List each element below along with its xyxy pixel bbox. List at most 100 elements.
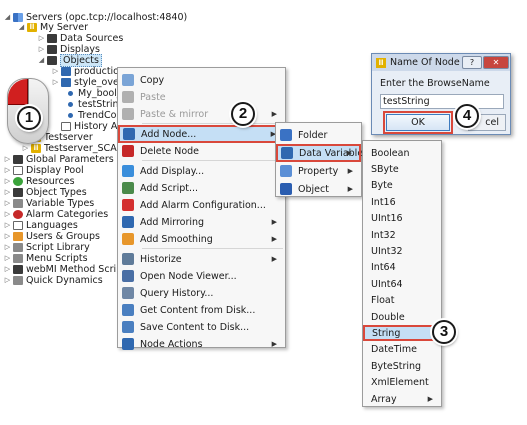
expand-toggle-icon[interactable]: ▷: [4, 176, 11, 187]
context-menu-item[interactable]: Add Node... ▶: [118, 125, 285, 143]
tree-item[interactable]: ▷ Object Types: [4, 187, 87, 198]
expand-toggle-icon[interactable]: ▷: [4, 165, 11, 176]
paste-mirror-icon: [122, 108, 134, 120]
add-node-item[interactable]: Object ▶: [276, 180, 361, 198]
script-library-icon: [13, 243, 23, 252]
tree-item[interactable]: testString: [56, 99, 125, 110]
add-node-item[interactable]: Data Variable ▶: [276, 144, 364, 162]
expand-toggle-icon[interactable]: ▷: [52, 77, 59, 88]
close-button[interactable]: ✕: [483, 56, 509, 69]
tree-item[interactable]: ▷ Menu Scripts: [4, 253, 88, 264]
context-menu-item[interactable]: Get Content from Disk...: [118, 301, 285, 319]
tree-item[interactable]: ▷ Global Parameters: [4, 154, 114, 165]
folder-icon: [47, 45, 57, 54]
context-menu-item[interactable]: Delete Node: [118, 142, 285, 160]
add-node-item[interactable]: Property ▶: [276, 162, 361, 180]
expand-toggle-icon[interactable]: ◢: [38, 55, 45, 66]
context-menu-item[interactable]: Open Node Viewer...: [118, 267, 285, 285]
datatype-item[interactable]: ByteString: [363, 358, 441, 374]
tree-item[interactable]: ▷ Alarm Categories: [4, 209, 108, 220]
expand-toggle-icon[interactable]: ▷: [38, 44, 45, 55]
tree-item[interactable]: ▷ webMI Method Scripts: [4, 264, 131, 275]
submenu-arrow-icon: ▶: [347, 167, 353, 175]
menu-separator: [142, 248, 283, 249]
datatype-item[interactable]: DateTime: [363, 342, 441, 358]
datatype-item[interactable]: Double: [363, 309, 441, 325]
context-menu-item[interactable]: Save Content to Disk...: [118, 318, 285, 336]
context-menu-item[interactable]: Add Alarm Configuration...: [118, 196, 285, 214]
tree-item-label: webMI Method Scripts: [26, 264, 131, 275]
mouse-left-button-icon: [8, 79, 28, 105]
tree-item[interactable]: ▷ production: [52, 66, 125, 77]
context-menu-item[interactable]: Add Mirroring ▶: [118, 213, 285, 231]
add-node-submenu: Folder Data Variable ▶ Property ▶ Object ▶: [275, 122, 364, 198]
datatype-item[interactable]: SByte: [363, 161, 441, 177]
expand-toggle-icon[interactable]: ▷: [22, 143, 29, 154]
step-badge-2: 2: [231, 102, 255, 126]
tree-item[interactable]: ▷ Users & Groups: [4, 231, 100, 242]
submenu-arrow-icon: ▶: [271, 110, 277, 118]
expand-toggle-icon[interactable]: ◢: [18, 22, 25, 33]
tree-item[interactable]: ▷ Script Library: [4, 242, 90, 253]
ok-button[interactable]: OK: [383, 111, 453, 134]
context-menu-item[interactable]: Add Script...: [118, 179, 285, 197]
expand-toggle-icon[interactable]: ▷: [4, 275, 11, 286]
submenu-arrow-icon: ▶: [271, 340, 277, 348]
datatype-item[interactable]: UInt16: [363, 211, 441, 227]
tree-item[interactable]: ▷ Languages: [4, 220, 78, 231]
tree-item-label: Variable Types: [26, 198, 95, 209]
datatype-item[interactable]: UInt32: [363, 243, 441, 259]
context-menu-item[interactable]: Copy: [118, 71, 285, 89]
context-menu-label: Add Mirroring: [140, 216, 205, 228]
help-button[interactable]: ?: [462, 56, 482, 69]
datatype-item[interactable]: Int16: [363, 194, 441, 210]
expand-toggle-icon[interactable]: ▷: [4, 198, 11, 209]
datatype-item[interactable]: Float: [363, 293, 441, 309]
datatype-item[interactable]: Int64: [363, 260, 441, 276]
tree-item[interactable]: ◢ Objects: [38, 54, 102, 67]
server-icon: [13, 13, 23, 22]
context-menu-item[interactable]: Add Display...: [118, 162, 285, 180]
add-node-item[interactable]: Folder: [276, 126, 361, 144]
add-alarm-icon: [122, 199, 134, 211]
tree-item-label: Users & Groups: [26, 231, 100, 242]
tree-item[interactable]: ▷ Quick Dynamics: [4, 275, 103, 286]
datatype-item[interactable]: Boolean: [363, 145, 441, 161]
expand-toggle-icon[interactable]: ▷: [4, 154, 11, 165]
context-menu-item[interactable]: Historize ▶: [118, 250, 285, 268]
expand-toggle-icon[interactable]: ▷: [4, 220, 11, 231]
datatype-item[interactable]: UInt64: [363, 276, 441, 292]
datatype-item[interactable]: Int32: [363, 227, 441, 243]
expand-toggle-icon[interactable]: ▷: [4, 231, 11, 242]
property-icon: [280, 165, 292, 177]
add-node-icon: [123, 128, 135, 140]
expand-toggle-icon[interactable]: ▷: [4, 264, 11, 275]
datatype-item[interactable]: XmlElement: [363, 375, 441, 391]
context-menu-item[interactable]: Add Smoothing ▶: [118, 230, 285, 248]
datatype-item[interactable]: Array ▶: [363, 391, 441, 407]
expand-toggle-icon[interactable]: ▷: [52, 66, 59, 77]
expand-toggle-icon[interactable]: ▷: [4, 253, 11, 264]
paste-icon: [122, 91, 134, 103]
add-node-label: Data Variable: [299, 147, 364, 159]
browse-name-input[interactable]: testString: [380, 94, 504, 109]
datatype-label: Int16: [371, 196, 396, 208]
tree-item[interactable]: ▷ Display Pool: [4, 165, 84, 176]
expand-toggle-icon[interactable]: ▷: [4, 187, 11, 198]
context-menu-item[interactable]: Node Actions ▶: [118, 335, 285, 353]
expand-toggle-icon[interactable]: ▷: [4, 242, 11, 253]
menu-separator: [142, 160, 283, 161]
tree-item[interactable]: ▷ Variable Types: [4, 198, 94, 209]
datatype-item[interactable]: String: [363, 325, 441, 342]
step-badge-3: 3: [432, 320, 456, 344]
tree-item[interactable]: ◢ ll My Server: [18, 22, 88, 33]
expand-toggle-icon[interactable]: ▷: [38, 33, 45, 44]
tree-item[interactable]: ▷ Data Sources: [38, 33, 123, 44]
expand-toggle-icon[interactable]: ▷: [4, 209, 11, 220]
tree-item[interactable]: ▷ ll Testserver_SCADA: [22, 143, 131, 154]
expand-toggle-icon[interactable]: ◢: [4, 12, 11, 23]
tree-item[interactable]: ▷ Resources: [4, 176, 75, 187]
add-node-label: Object: [298, 183, 329, 195]
datatype-item[interactable]: Byte: [363, 178, 441, 194]
context-menu-item[interactable]: Query History...: [118, 284, 285, 302]
